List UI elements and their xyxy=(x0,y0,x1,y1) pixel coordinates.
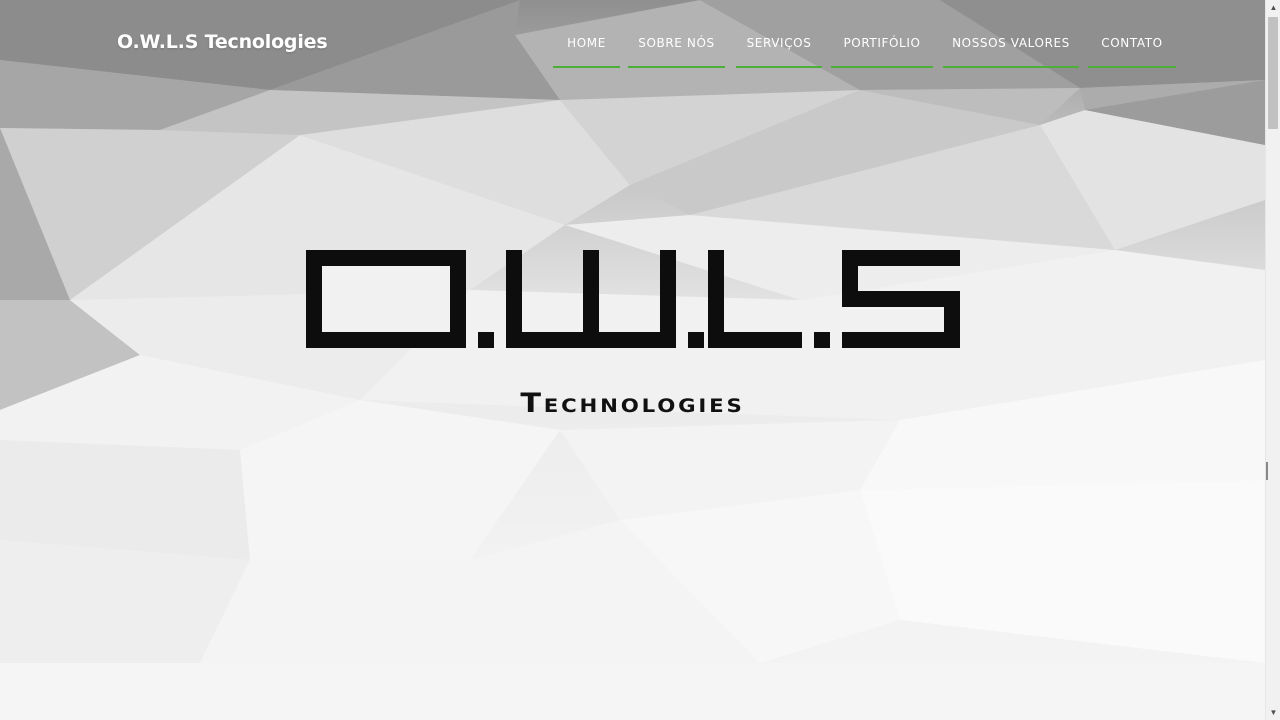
nav-item-nossos-valores[interactable]: NOSSOS VALORES xyxy=(943,36,1079,68)
scroll-marker xyxy=(1266,462,1268,480)
nav-item-sobre-nos[interactable]: SOBRE NÓS xyxy=(628,36,725,68)
nav-item-servicos[interactable]: SERVIÇOS xyxy=(736,36,822,68)
nav-item-portifolio[interactable]: PORTIFÓLIO xyxy=(831,36,933,68)
nav-item-contato[interactable]: CONTATO xyxy=(1088,36,1176,68)
content-strip xyxy=(0,663,1265,720)
nav-menu: HOME SOBRE NÓS SERVIÇOS PORTIFÓLIO NOSSO… xyxy=(0,36,1265,70)
scroll-up-icon[interactable]: ▲ xyxy=(1266,0,1280,15)
scroll-down-icon[interactable]: ▼ xyxy=(1266,705,1280,720)
hero-subtitle: Technologies xyxy=(520,388,745,419)
navbar: O.W.L.S Tecnologies HOME SOBRE NÓS SERVI… xyxy=(0,0,1265,90)
nav-item-home[interactable]: HOME xyxy=(553,36,620,68)
hero-section: O.W.L.S Tecnologies HOME SOBRE NÓS SERVI… xyxy=(0,0,1265,663)
scrollbar[interactable]: ▲ ▼ xyxy=(1265,0,1280,720)
browser-viewport: O.W.L.S Tecnologies HOME SOBRE NÓS SERVI… xyxy=(0,0,1280,720)
scroll-thumb[interactable] xyxy=(1268,17,1278,129)
owls-logo xyxy=(306,250,960,348)
